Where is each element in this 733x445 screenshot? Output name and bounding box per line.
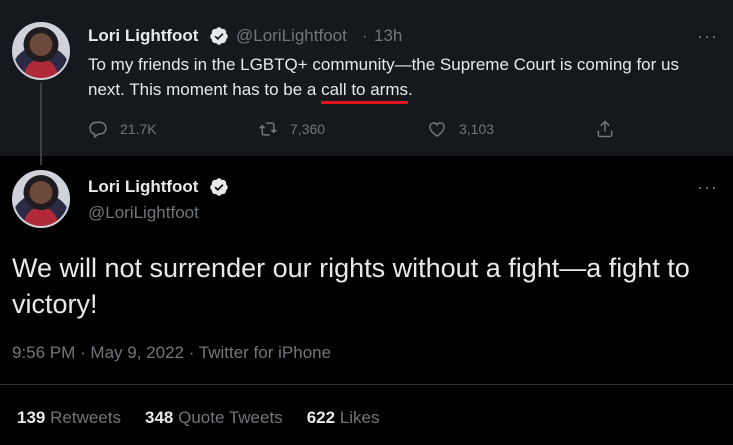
tweet-time[interactable]: 13h — [374, 26, 402, 46]
author-handle[interactable]: @LoriLightfoot — [236, 26, 347, 46]
like-button[interactable]: 3,103 — [427, 118, 494, 140]
more-options-icon[interactable]: ··· — [697, 178, 718, 196]
engagement-stats: 139 Retweets 348 Quote Tweets 622 Likes — [17, 408, 403, 428]
thread-connector-line — [40, 83, 42, 165]
retweet-icon — [259, 122, 277, 136]
tweet-text-end: . — [408, 80, 413, 99]
quote-tweets-count: 348 — [144, 408, 174, 427]
thread-parent-tweet[interactable]: Lori Lightfoot @LoriLightfoot · 13h ··· … — [0, 0, 733, 156]
avatar[interactable] — [12, 170, 70, 228]
reply-icon — [89, 121, 107, 139]
likes-label: Likes — [339, 408, 380, 427]
likes-stat[interactable]: 622 Likes — [307, 408, 380, 428]
retweets-stat[interactable]: 139 Retweets — [17, 408, 121, 428]
avatar[interactable] — [12, 22, 70, 80]
quote-tweets-label: Quote Tweets — [178, 408, 283, 427]
author-name[interactable]: Lori Lightfoot — [88, 26, 198, 46]
verified-badge-icon — [210, 27, 228, 45]
more-options-icon[interactable]: ··· — [697, 27, 718, 45]
highlighted-phrase: call to arms — [321, 80, 409, 99]
likes-count: 622 — [306, 408, 336, 427]
quote-tweets-stat[interactable]: 348 Quote Tweets — [145, 408, 283, 428]
retweet-count: 7,360 — [290, 121, 326, 137]
tweet-text: We will not surrender our rights without… — [12, 253, 690, 319]
retweets-label: Retweets — [50, 408, 121, 427]
reply-button[interactable]: 21.7K — [88, 118, 157, 140]
tweet-text: To my friends in the LGBTQ+ community—th… — [88, 52, 718, 102]
author-handle[interactable]: @LoriLightfoot — [88, 203, 199, 223]
share-icon — [597, 120, 613, 138]
reply-count: 21.7K — [120, 121, 157, 137]
author-name[interactable]: Lori Lightfoot — [88, 177, 198, 197]
share-button[interactable] — [595, 118, 627, 140]
retweet-button[interactable]: 7,360 — [258, 118, 325, 140]
retweets-count: 139 — [17, 408, 46, 427]
like-count: 3,103 — [459, 121, 495, 137]
tweet-timestamp[interactable]: 9:56 PM · May 9, 2022 · Twitter for iPho… — [12, 343, 331, 363]
verified-badge-icon — [210, 178, 228, 196]
heart-icon — [429, 122, 445, 137]
divider — [0, 384, 733, 385]
separator-dot: · — [362, 26, 368, 45]
